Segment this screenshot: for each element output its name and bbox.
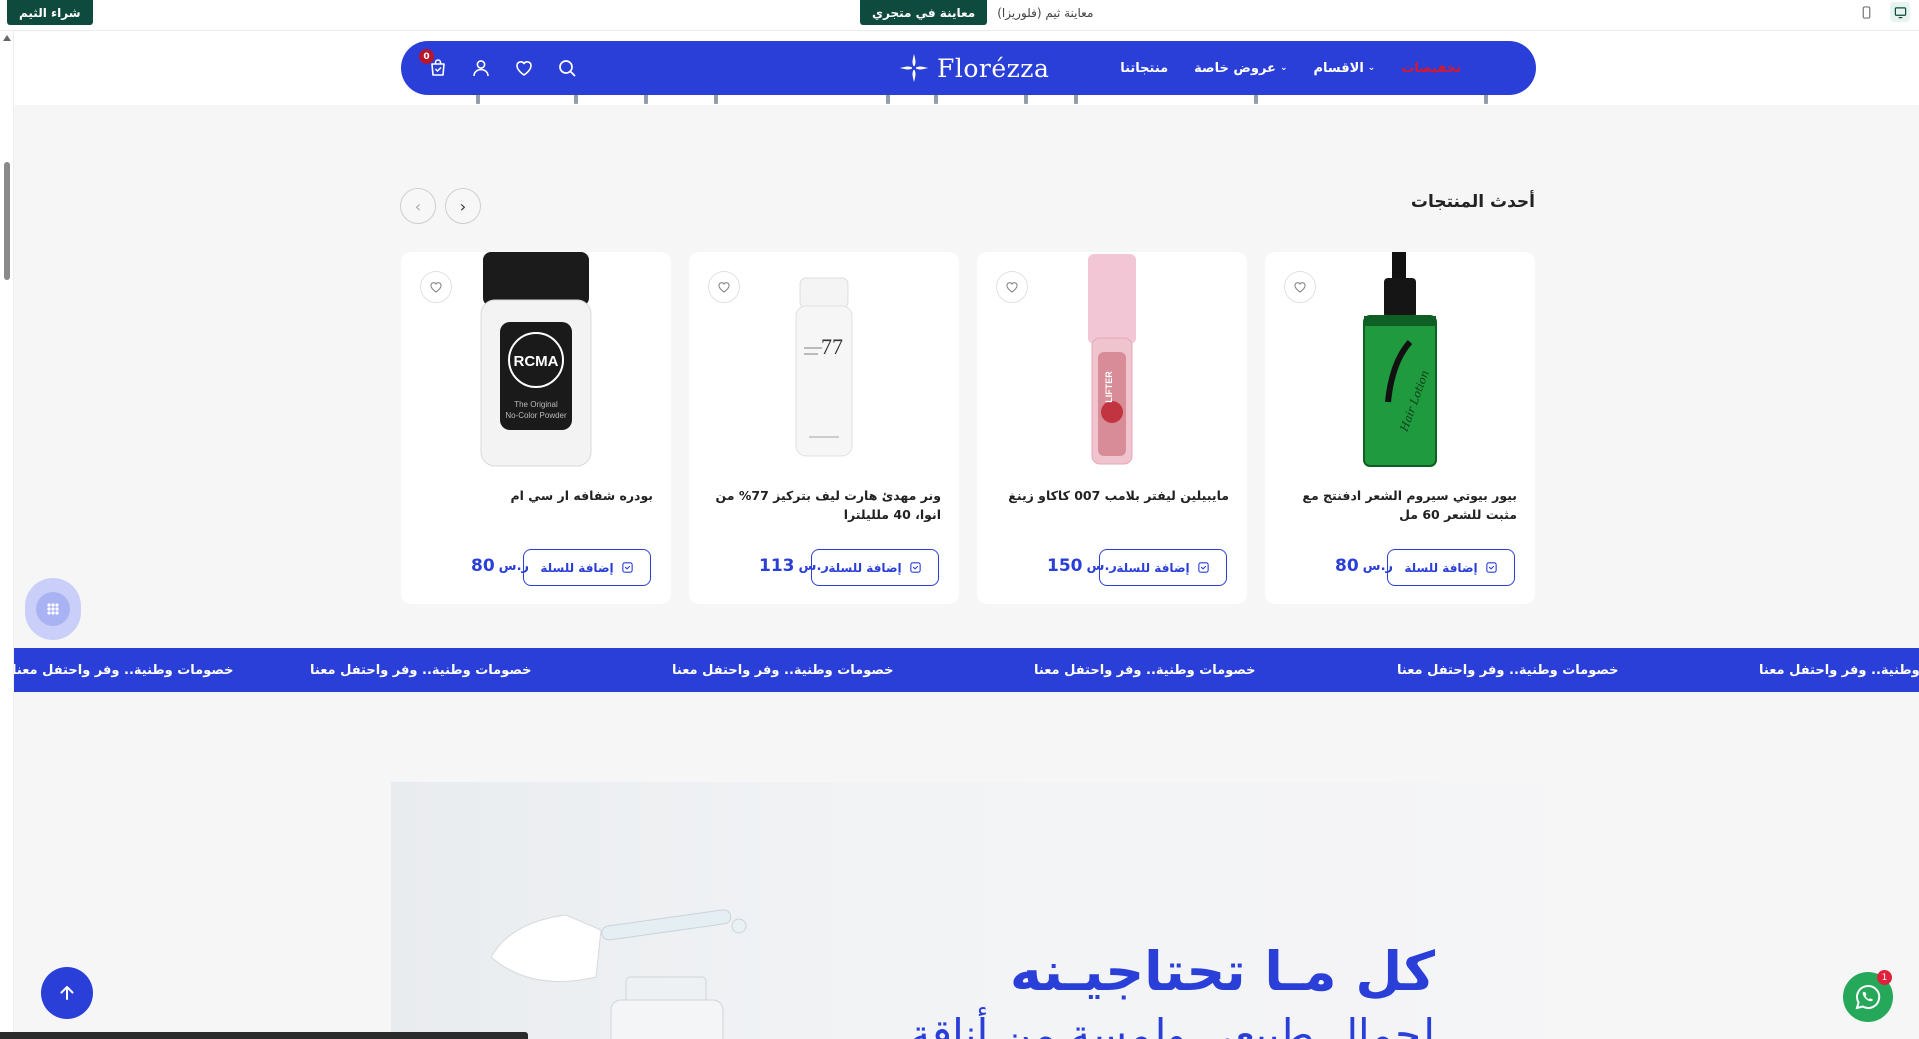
product-card[interactable]: 77 ونر مهدئ هارت ليف بتركيز 77% من انوا،… (689, 252, 959, 604)
price-value: 80 (1335, 556, 1359, 576)
add-to-cart-label: إضافة للسلة (1116, 560, 1190, 575)
price-value: 80 (471, 556, 495, 576)
cart-plus-icon (909, 562, 921, 573)
arrow-up-icon (60, 986, 74, 1000)
add-to-cart-label: إضافة للسلة (540, 560, 614, 575)
riyal-currency-icon: ر.س (1362, 558, 1394, 574)
banner-subline: لجمال طبيعي ولمسة من أناقة (909, 1010, 1435, 1039)
wishlist-heart-icon[interactable] (996, 271, 1028, 303)
product-name[interactable]: مايبيلين ليفتر بلامب 007 كاكاو زينغ (993, 486, 1229, 505)
promo-marquee: خصومات وطنية.. وفر واحتفل معنا خصومات وط… (14, 648, 1919, 692)
svg-text:LIFTER: LIFTER (1104, 371, 1114, 403)
cart-plus-icon (1485, 562, 1497, 573)
marquee-item: خصومات وطنية.. وفر واحتفل معنا (672, 662, 894, 678)
nav-link-categories[interactable]: الاقسام ⌄ (1313, 61, 1375, 76)
nav-link-sales[interactable]: تخفيضات (1401, 61, 1461, 76)
chevron-down-icon: ⌄ (1367, 63, 1376, 73)
product-image: 77 (795, 277, 853, 457)
product-image: LIFTER (1088, 254, 1136, 465)
cart-count-badge: 0 (419, 49, 434, 64)
wishlist-heart-icon[interactable] (1284, 271, 1316, 303)
desktop-view-icon[interactable] (1890, 2, 1910, 22)
svg-text:RCMA: RCMA (514, 353, 559, 370)
banner-headline: كل مـا تحتاجيـنه (1009, 940, 1435, 1003)
product-card[interactable]: Hair Lotion بيور بيوتي سيروم الشعر ادفنت… (1265, 252, 1535, 604)
add-to-cart-label: إضافة للسلة (828, 560, 902, 575)
carousel-prev-button[interactable]: ‹ (400, 188, 436, 224)
mobile-view-icon[interactable] (1856, 2, 1876, 22)
svg-text:The Original: The Original (514, 400, 558, 409)
scroll-up-arrow-icon[interactable] (3, 35, 11, 41)
add-to-cart-button[interactable]: إضافة للسلة (523, 549, 651, 586)
product-image: Hair Lotion (1363, 252, 1437, 467)
whatsapp-icon (1855, 984, 1881, 1010)
product-price: 113 ر.س (759, 556, 829, 576)
preview-topbar: شراء الثيم معاينة في متجري معاينة ثيم (ف… (0, 0, 1919, 31)
store-logo[interactable]: Florézza (897, 41, 1049, 95)
buy-theme-button[interactable]: شراء الثيم (7, 0, 93, 25)
preview-group: معاينة في متجري معاينة ثيم (فلوريزا) (860, 0, 1093, 25)
flower-logo-icon (900, 54, 928, 82)
price-value: 113 (759, 556, 795, 576)
serum-dropper-image (491, 909, 747, 1039)
logo-text: Florézza (937, 53, 1050, 83)
product-name[interactable]: بودره شفافه ار سي ام (417, 486, 653, 505)
marquee-item: خصومات وطنية.. وفر واحتفل معنا (1759, 662, 1919, 678)
product-card[interactable]: RCMA The Original No-Color Powder بودره … (401, 252, 671, 604)
product-name[interactable]: بيور بيوتي سيروم الشعر ادفنتج مع مثبت لل… (1281, 486, 1517, 524)
marquee-item: خصومات وطنية.. وفر واحتفل معنا (14, 662, 234, 678)
nav-link-offers-label: عروض خاصة (1194, 60, 1276, 76)
latest-products-title: أحدث المنتجات (1410, 192, 1535, 212)
scrollbar-thumb[interactable] (4, 162, 10, 280)
price-value: 150 (1047, 556, 1083, 576)
carousel-next-button[interactable]: › (445, 188, 481, 224)
chevron-left-icon: ‹ (414, 196, 422, 216)
nav-links: تخفيضات الاقسام ⌄ عروض خاصة ⌄ منتجاتنا (1120, 41, 1461, 95)
product-price: 80 ر.س (1335, 556, 1393, 576)
chevron-down-icon: ⌄ (1279, 63, 1288, 73)
riyal-currency-icon: ر.س (798, 558, 829, 574)
hero-banner: كل مـا تحتاجيـنه لجمال طبيعي ولمسة من أن… (391, 782, 1545, 1039)
scroll-to-top-button[interactable] (41, 967, 93, 1019)
add-to-cart-label: إضافة للسلة (1404, 560, 1478, 575)
user-icon[interactable] (469, 56, 493, 80)
cart-plus-icon (621, 562, 633, 573)
product-price: 80 ر.س (471, 556, 529, 576)
wishlist-heart-icon[interactable] (708, 271, 740, 303)
nav-link-categories-label: الاقسام (1313, 60, 1364, 76)
preview-label: معاينة ثيم (فلوريزا) (997, 5, 1094, 20)
riyal-currency-icon: ر.س (1086, 558, 1117, 574)
cart-plus-icon (1197, 562, 1209, 573)
search-icon[interactable] (555, 56, 579, 80)
product-name[interactable]: ونر مهدئ هارت ليف بتركيز 77% من انوا، 40… (705, 486, 941, 524)
product-price: 150 ر.س (1047, 556, 1117, 576)
nav-link-special-offers[interactable]: عروض خاصة ⌄ (1194, 61, 1287, 76)
wishlist-heart-icon[interactable] (420, 271, 452, 303)
nav-icon-group: 0 (419, 41, 579, 95)
nav-link-our-products[interactable]: منتجاتنا (1120, 61, 1168, 76)
svg-text:No-Color Powder: No-Color Powder (505, 411, 567, 420)
marquee-item: خصومات وطنية.. وفر واحتفل معنا (1034, 662, 1256, 678)
add-to-cart-button[interactable]: إضافة للسلة (811, 549, 939, 586)
svg-text:77: 77 (821, 334, 843, 359)
product-image: RCMA The Original No-Color Powder (480, 252, 592, 467)
cart-icon[interactable]: 0 (419, 49, 450, 80)
clipped-content-strip (14, 94, 1919, 105)
riyal-currency-icon: ر.س (498, 558, 530, 574)
marquee-item: خصومات وطنية.. وفر واحتفل معنا (1397, 662, 1619, 678)
main-navbar: 0 Florézza تخفيضات الاقسام ⌄ عروض خاصة ⌄… (401, 41, 1536, 95)
preview-in-store-button[interactable]: معاينة في متجري (860, 0, 988, 25)
add-to-cart-button[interactable]: إضافة للسلة (1387, 549, 1515, 586)
marquee-item: خصومات وطنية.. وفر واحتفل معنا (310, 662, 532, 678)
browser-status-bar (0, 1032, 528, 1039)
product-card[interactable]: LIFTER مايبيلين ليفتر بلامب 007 كاكاو زي… (977, 252, 1247, 604)
chevron-right-icon: › (459, 196, 467, 216)
grid-dots-icon (36, 592, 70, 626)
heart-icon[interactable] (512, 56, 536, 80)
add-to-cart-button[interactable]: إضافة للسلة (1099, 549, 1227, 586)
accessibility-menu-button[interactable] (25, 578, 81, 640)
whatsapp-notification-badge: 1 (1877, 970, 1892, 985)
